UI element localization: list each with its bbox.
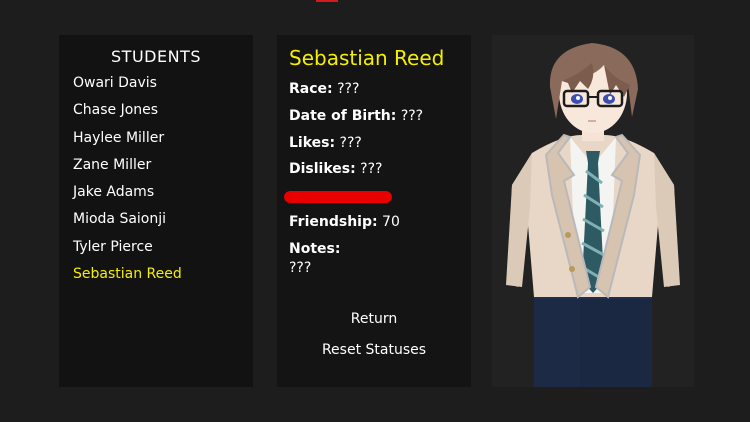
- students-list: Owari Davis Chase Jones Haylee Miller Za…: [73, 73, 182, 291]
- friendship-value: 70: [382, 214, 400, 230]
- dob-field: Date of Birth: ???: [289, 108, 423, 124]
- dob-label: Date of Birth:: [289, 108, 397, 124]
- likes-label: Likes:: [289, 135, 336, 151]
- student-directory-screen: STUDENTS Owari Davis Chase Jones Haylee …: [0, 0, 750, 422]
- student-name: Sebastian Reed: [289, 46, 445, 70]
- likes-field: Likes: ???: [289, 135, 362, 151]
- dislikes-value: ???: [360, 161, 383, 177]
- student-item-zane-miller[interactable]: Zane Miller: [73, 155, 182, 182]
- friendship-field: Friendship: 70: [289, 214, 400, 230]
- top-marker: [316, 0, 338, 2]
- dislikes-label: Dislikes:: [289, 161, 356, 177]
- race-value: ???: [337, 81, 360, 97]
- likes-value: ???: [339, 135, 362, 151]
- race-label: Race:: [289, 81, 333, 97]
- student-item-mioda-saionji[interactable]: Mioda Saionji: [73, 209, 182, 236]
- student-item-owari-davis[interactable]: Owari Davis: [73, 73, 182, 100]
- students-title: STUDENTS: [111, 47, 201, 66]
- notes-label: Notes:: [289, 241, 341, 257]
- student-item-sebastian-reed[interactable]: Sebastian Reed: [73, 264, 182, 291]
- reset-statuses-button[interactable]: Reset Statuses: [277, 342, 471, 358]
- students-panel: STUDENTS Owari Davis Chase Jones Haylee …: [59, 35, 253, 387]
- student-portrait-icon: [506, 43, 680, 387]
- student-item-chase-jones[interactable]: Chase Jones: [73, 100, 182, 127]
- dob-value: ???: [400, 108, 424, 124]
- friendship-label: Friendship:: [289, 214, 378, 230]
- race-field: Race: ???: [289, 81, 359, 97]
- portrait-panel: [492, 35, 694, 387]
- student-item-haylee-miller[interactable]: Haylee Miller: [73, 128, 182, 155]
- status-bar: [284, 191, 392, 203]
- return-button[interactable]: Return: [277, 311, 471, 327]
- student-item-jake-adams[interactable]: Jake Adams: [73, 182, 182, 209]
- dislikes-field: Dislikes: ???: [289, 161, 382, 177]
- notes-value: ???: [289, 260, 312, 276]
- student-details-panel: Sebastian Reed Race: ??? Date of Birth: …: [277, 35, 471, 387]
- status-bar-fill: [284, 191, 392, 203]
- student-item-tyler-pierce[interactable]: Tyler Pierce: [73, 237, 182, 264]
